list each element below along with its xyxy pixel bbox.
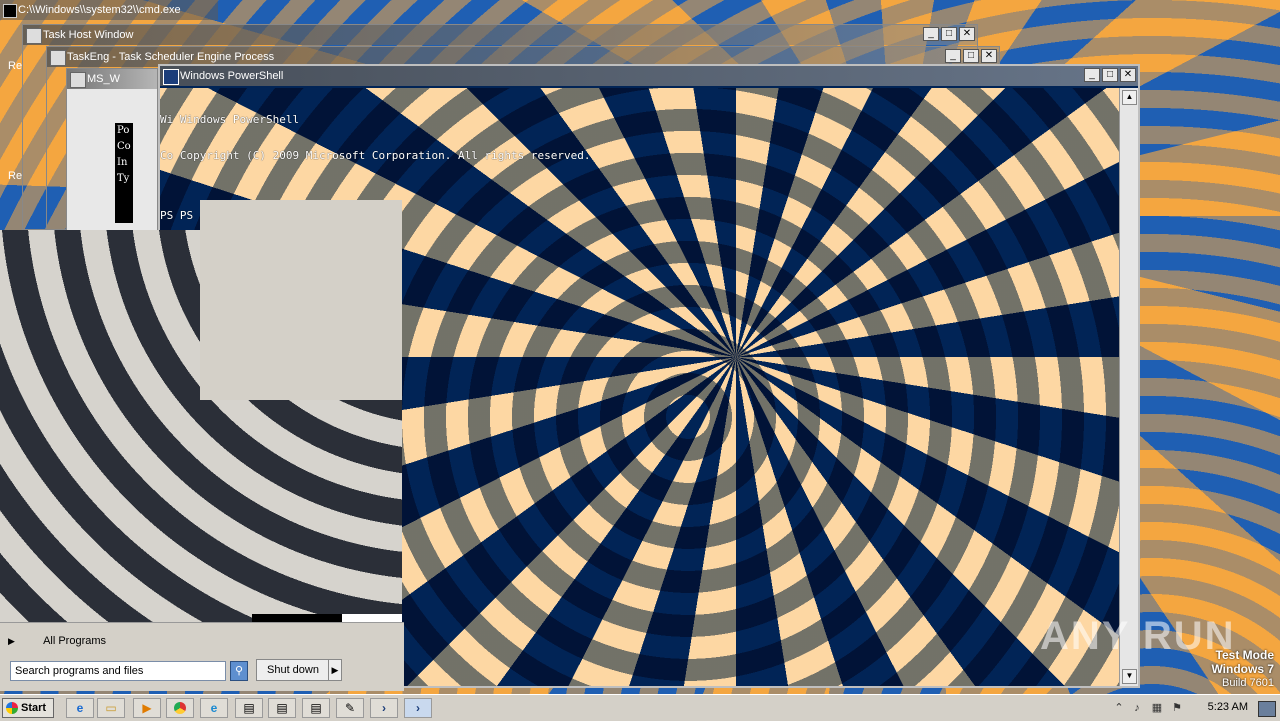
powershell-icon <box>163 69 179 85</box>
notepad-icon[interactable]: ✎ <box>336 698 364 718</box>
ie-icon[interactable]: e <box>66 698 94 718</box>
shutdown-label: Shut down <box>267 664 319 676</box>
maximize-button[interactable]: □ <box>963 49 979 63</box>
console-line: Po <box>117 125 130 136</box>
side-console-text: Po Co In Ty <box>115 123 133 223</box>
minimize-button[interactable]: _ <box>945 49 961 63</box>
window-icon <box>26 28 42 44</box>
taskhost-titlebar[interactable]: Task Host Window _ □ ✕ <box>23 25 977 45</box>
msw-window[interactable]: MS_W Po Co In Ty <box>66 68 158 232</box>
windows-logo-icon <box>6 702 18 714</box>
desktop-icon-label[interactable]: Re <box>8 170 22 182</box>
cmd-window-title: C:\\Windows\\system32\\cmd.exe <box>18 4 181 16</box>
start-menu-right-pane <box>200 200 402 400</box>
start-menu-bottom: ▶ All Programs Search programs and files… <box>0 622 404 691</box>
flag-icon[interactable]: ⚑ <box>1170 701 1184 715</box>
window-icon <box>50 50 66 66</box>
test-mode-line: Build 7601 <box>1222 677 1274 689</box>
window-icon[interactable]: ▤ <box>268 698 296 718</box>
console-line: Ty <box>117 173 130 184</box>
console-line: Co <box>117 141 131 152</box>
minimize-button[interactable]: _ <box>923 27 939 41</box>
window-icon[interactable]: ▤ <box>302 698 330 718</box>
search-icon[interactable]: ⚲ <box>230 661 248 681</box>
window-icon[interactable]: ▤ <box>235 698 263 718</box>
start-button[interactable]: Start <box>2 698 54 718</box>
powershell-icon[interactable]: › <box>404 698 432 718</box>
cmd-icon <box>3 4 17 18</box>
maximize-button[interactable]: □ <box>1102 68 1118 82</box>
console-line: In <box>117 157 128 168</box>
media-player-icon[interactable]: ▶ <box>133 698 161 718</box>
close-button[interactable]: ✕ <box>959 27 975 41</box>
vertical-scrollbar[interactable]: ▲ ▼ <box>1119 88 1138 686</box>
chrome-icon[interactable] <box>166 698 194 718</box>
taskhost-title: Task Host Window <box>43 29 134 41</box>
search-input[interactable]: Search programs and files <box>10 661 226 681</box>
chevron-right-icon: ▶ <box>8 636 15 646</box>
test-mode-notice: Test Mode Windows 7 Build 7601 <box>1211 648 1274 690</box>
cmd-window-titlebar[interactable]: C:\\Windows\\system32\\cmd.exe <box>0 0 218 20</box>
powershell-title: Windows PowerShell <box>180 70 284 82</box>
chevron-right-icon[interactable]: ▶ <box>328 660 341 680</box>
system-tray: ⌃ ♪ ▦ ⚑ 5:23 AM <box>1104 695 1280 721</box>
all-programs-label: All Programs <box>43 635 107 647</box>
edge-icon[interactable]: e <box>200 698 228 718</box>
test-mode-line: Test Mode <box>1215 648 1274 662</box>
taskbar: Start e ▭ ▶ e ▤ ▤ ▤ ✎ › › ⌃ ♪ ▦ ⚑ 5:23 A… <box>0 694 1280 721</box>
powershell-icon[interactable]: › <box>370 698 398 718</box>
watermark-logo: ANY RUN <box>1040 614 1236 658</box>
scroll-down-arrow-icon[interactable]: ▼ <box>1122 669 1137 684</box>
speaker-icon[interactable]: ♪ <box>1130 701 1144 715</box>
scroll-up-arrow-icon[interactable]: ▲ <box>1122 90 1137 105</box>
explorer-icon[interactable]: ▭ <box>97 698 125 718</box>
taskeng-title: TaskEng - Task Scheduler Engine Process <box>67 51 275 63</box>
test-mode-line: Windows 7 <box>1211 662 1274 676</box>
maximize-button[interactable]: □ <box>941 27 957 41</box>
console-line: Wi Windows PowerShell <box>160 113 300 126</box>
msw-title: MS_W <box>87 73 120 85</box>
desktop-icon-label[interactable]: Re <box>8 60 22 72</box>
minimize-button[interactable]: _ <box>1084 68 1100 82</box>
window-icon <box>70 72 86 88</box>
all-programs-button[interactable]: ▶ All Programs <box>8 631 248 651</box>
show-desktop-icon[interactable] <box>1258 701 1276 717</box>
console-line: Co Copyright (C) 2009 Microsoft Corporat… <box>160 149 591 162</box>
shutdown-button[interactable]: Shut down ▶ <box>256 659 342 681</box>
start-label: Start <box>21 702 47 714</box>
clock[interactable]: 5:23 AM <box>1208 701 1248 713</box>
close-button[interactable]: ✕ <box>981 49 997 63</box>
chevron-up-icon[interactable]: ⌃ <box>1112 701 1126 715</box>
powershell-titlebar[interactable]: Windows PowerShell _ □ ✕ <box>160 66 1138 86</box>
network-icon[interactable]: ▦ <box>1150 701 1164 715</box>
msw-titlebar[interactable]: MS_W <box>67 69 157 89</box>
close-button[interactable]: ✕ <box>1120 68 1136 82</box>
